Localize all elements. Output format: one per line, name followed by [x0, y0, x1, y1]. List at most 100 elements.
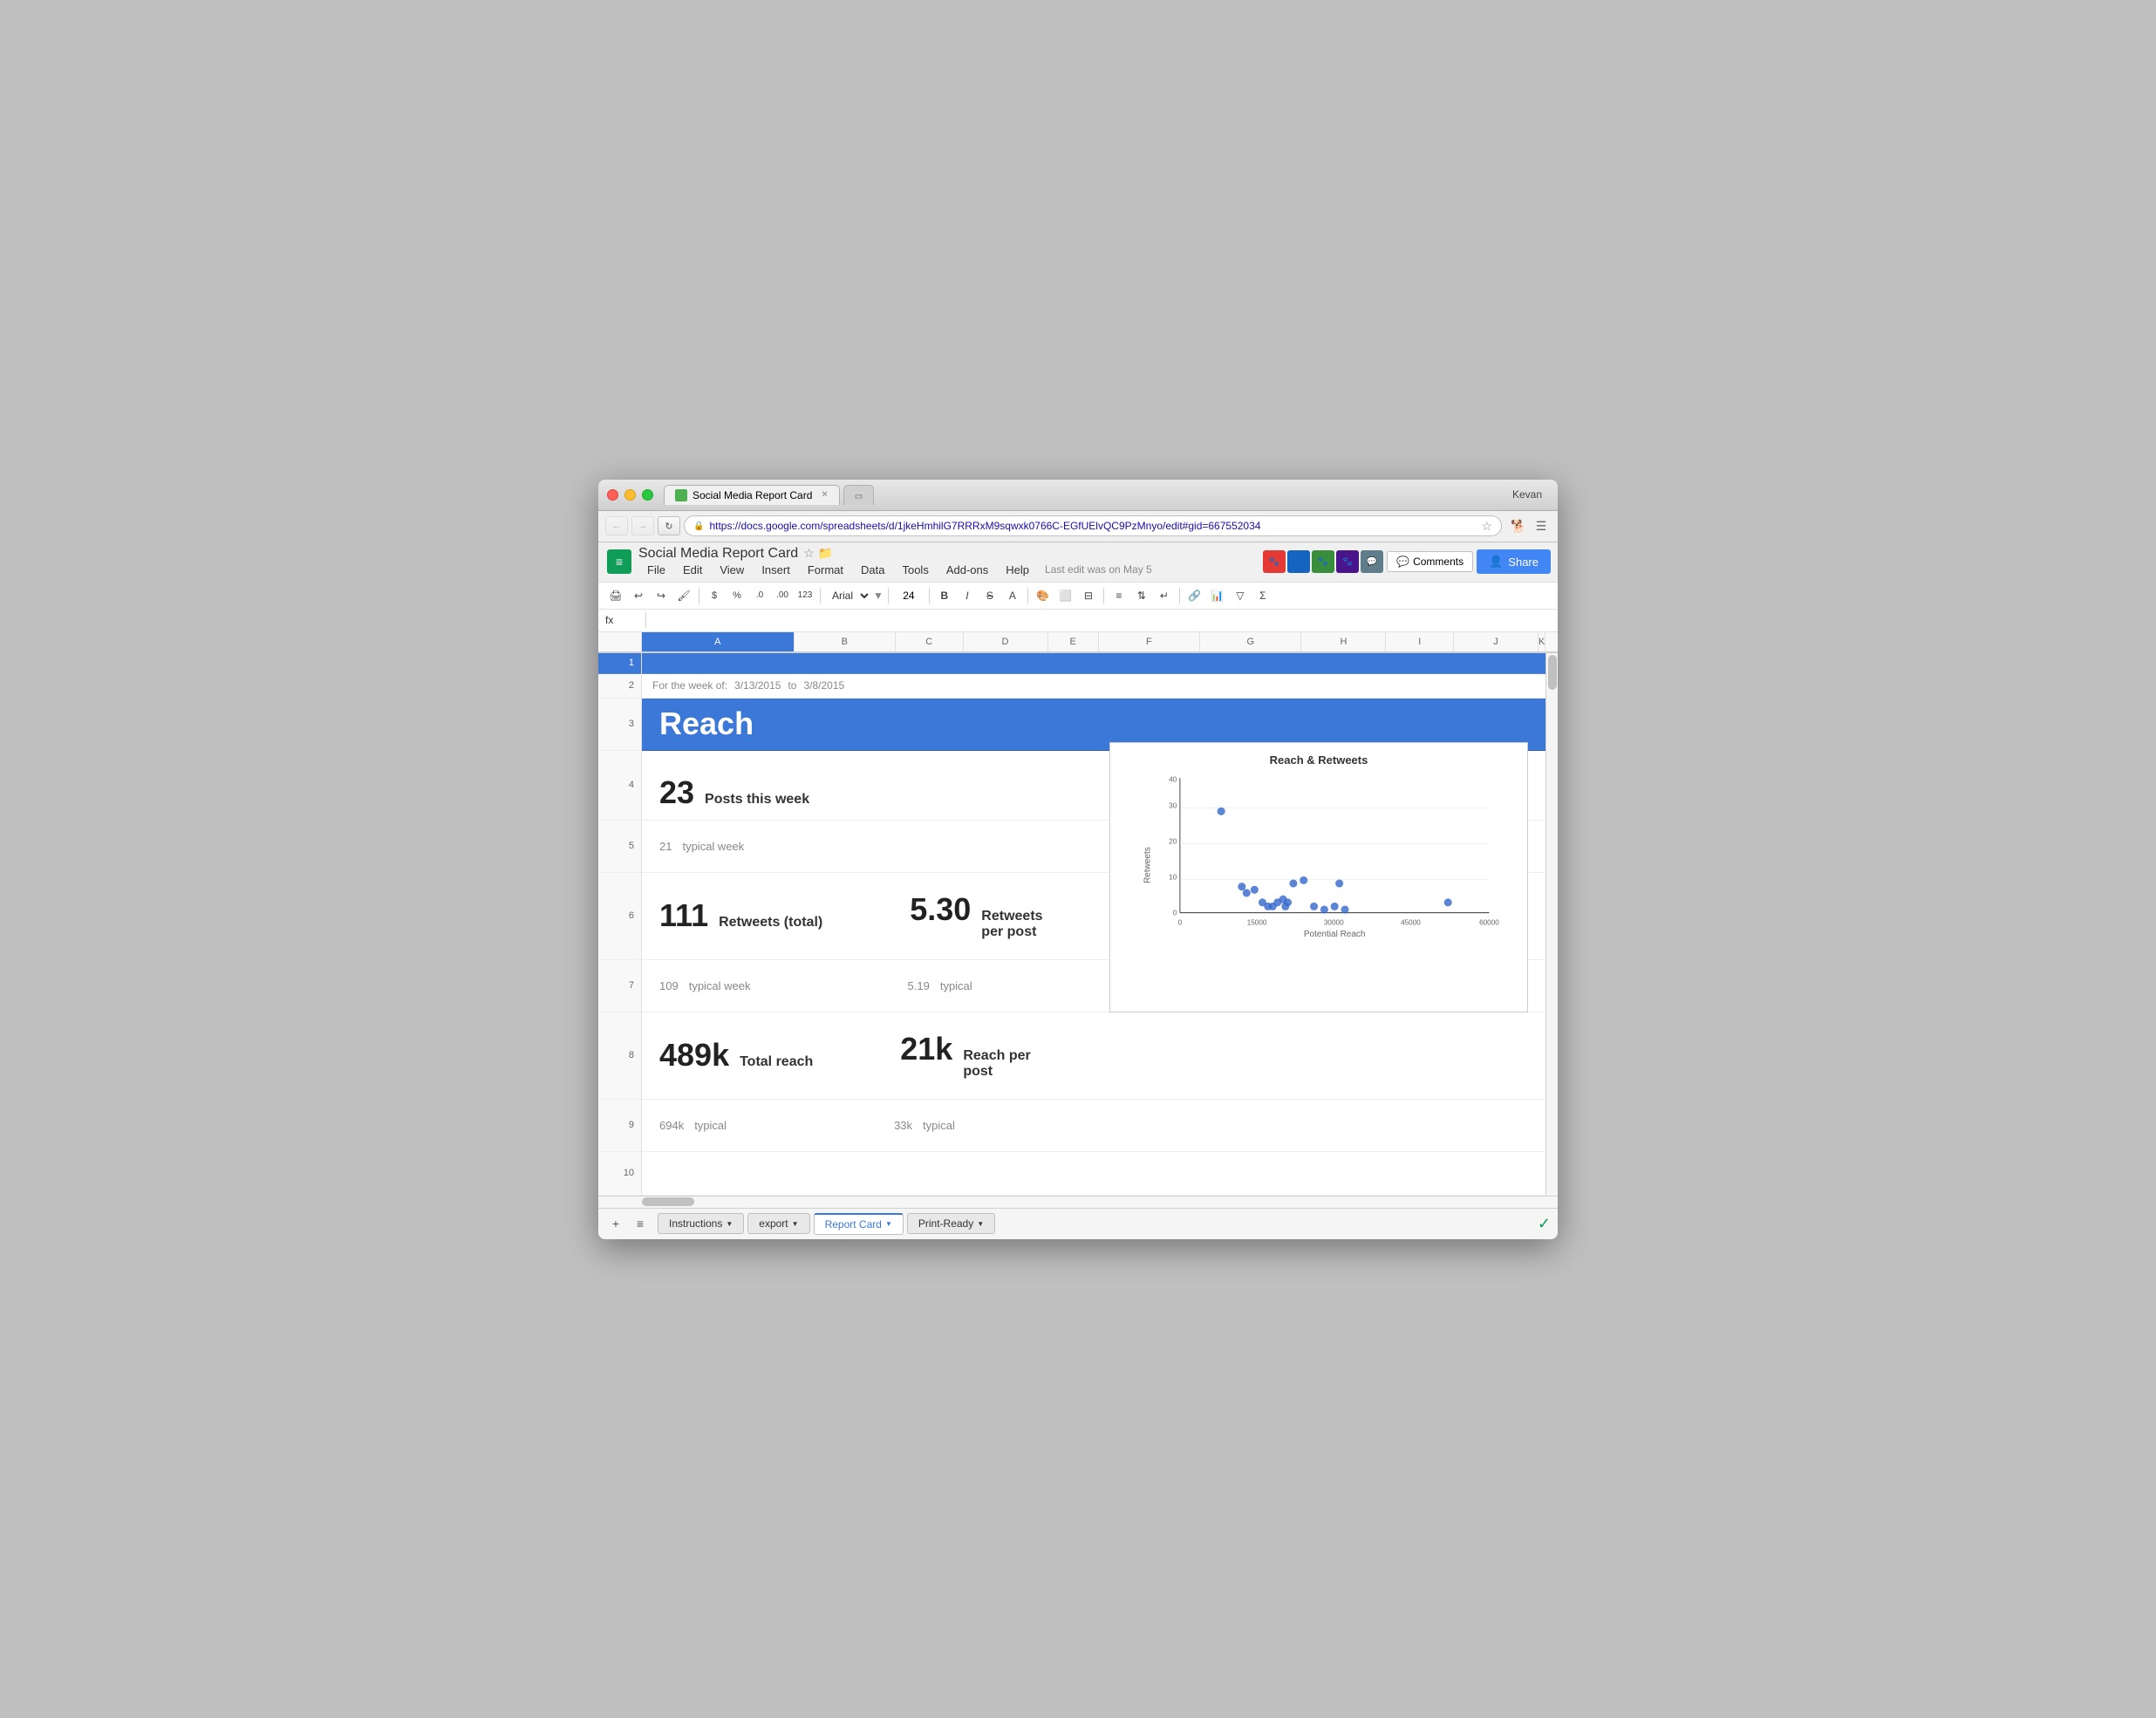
italic-button[interactable]: I	[957, 585, 978, 606]
menu-insert[interactable]: Insert	[753, 562, 799, 578]
formula-bar: fx	[598, 610, 1558, 632]
sheet-title[interactable]: Social Media Report Card	[638, 546, 798, 562]
stat-posts-value: 23	[659, 774, 694, 811]
comments-button[interactable]: 💬 Comments	[1387, 551, 1473, 572]
fill-color-button[interactable]: 🎨	[1033, 585, 1054, 606]
tab-export[interactable]: export ▼	[747, 1213, 809, 1234]
col-header-c[interactable]: C	[896, 632, 964, 651]
stat-reach-per-post-value: 21k	[900, 1031, 952, 1067]
row-num-9[interactable]: 9	[598, 1100, 641, 1152]
row-num-10[interactable]: 10	[598, 1152, 641, 1196]
col-header-g[interactable]: G	[1200, 632, 1301, 651]
menu-tools[interactable]: Tools	[893, 562, 937, 578]
toolbar-separator-3	[888, 588, 889, 603]
row-num-4[interactable]: 4	[598, 751, 641, 821]
row-num-8[interactable]: 8	[598, 1012, 641, 1100]
link-button[interactable]: 🔗	[1184, 585, 1205, 606]
menu-format[interactable]: Format	[799, 562, 852, 578]
merge-button[interactable]: ⊟	[1078, 585, 1099, 606]
col-header-e[interactable]: E	[1048, 632, 1099, 651]
undo-button[interactable]: ↩	[628, 585, 649, 606]
filter-button[interactable]: ▽	[1230, 585, 1251, 606]
col-header-a[interactable]: A	[642, 632, 795, 651]
tab-title: Social Media Report Card	[693, 489, 812, 501]
col-header-f[interactable]: F	[1099, 632, 1200, 651]
menu-edit[interactable]: Edit	[674, 562, 711, 578]
folder-icon[interactable]: 📁	[818, 546, 833, 561]
add-sheet-button[interactable]: +	[605, 1213, 626, 1234]
minimize-button[interactable]	[624, 489, 636, 501]
borders-button[interactable]: ⬜	[1055, 585, 1076, 606]
col-header-d[interactable]: D	[964, 632, 1048, 651]
cell-name[interactable]: fx	[605, 614, 640, 626]
all-sheets-button[interactable]: ≡	[630, 1213, 651, 1234]
number-format-button[interactable]: 123	[795, 585, 815, 606]
sheet-row-1[interactable]	[642, 653, 1545, 674]
decimal-increase-button[interactable]: .00	[772, 585, 793, 606]
menu-data[interactable]: Data	[852, 562, 893, 578]
vertical-scrollbar[interactable]	[1545, 653, 1558, 1196]
wrap-button[interactable]: ↵	[1154, 585, 1175, 606]
tab-close[interactable]: ✕	[821, 490, 828, 500]
row-num-1[interactable]: 1	[598, 653, 641, 674]
redo-button[interactable]: ↪	[651, 585, 672, 606]
svg-text:0: 0	[1173, 909, 1177, 917]
tool-icon-3[interactable]: 🐾	[1312, 550, 1334, 573]
forward-button[interactable]: →	[631, 516, 654, 535]
scroll-thumb[interactable]	[1548, 655, 1557, 690]
menu-icon[interactable]: ☰	[1532, 516, 1551, 535]
back-button[interactable]: ←	[605, 516, 628, 535]
row-num-5[interactable]: 5	[598, 821, 641, 873]
share-icon: 👤	[1489, 555, 1503, 569]
refresh-button[interactable]: ↻	[658, 516, 680, 535]
row-num-7[interactable]: 7	[598, 960, 641, 1012]
align-left-button[interactable]: ≡	[1109, 585, 1129, 606]
tool-icon-chat[interactable]: 💬	[1361, 550, 1383, 573]
maximize-button[interactable]	[642, 489, 653, 501]
col-header-b[interactable]: B	[795, 632, 896, 651]
col-header-i[interactable]: I	[1386, 632, 1454, 651]
tool-icon-2[interactable]: 🐾	[1287, 550, 1310, 573]
row-num-6[interactable]: 6	[598, 873, 641, 960]
svg-text:Potential Reach: Potential Reach	[1304, 929, 1366, 938]
tab-print-ready[interactable]: Print-Ready ▼	[907, 1213, 995, 1234]
percent-button[interactable]: %	[727, 585, 747, 606]
menu-help[interactable]: Help	[997, 562, 1038, 578]
tool-icon-4[interactable]: 🐾	[1336, 550, 1359, 573]
browser-tab-active[interactable]: Social Media Report Card ✕	[664, 485, 840, 505]
currency-button[interactable]: $	[704, 585, 725, 606]
star-icon[interactable]: ☆	[803, 546, 815, 561]
url-bar[interactable]: 🔒 https://docs.google.com/spreadsheets/d…	[684, 515, 1502, 536]
bookmark-icon[interactable]: ☆	[1481, 519, 1492, 534]
print-button[interactable]: 🖨	[605, 585, 626, 606]
col-header-k[interactable]: K	[1539, 632, 1545, 651]
font-size-input[interactable]	[893, 590, 924, 602]
tab-report-card[interactable]: Report Card ▼	[814, 1213, 904, 1235]
spreadsheet-body: A B C D E F G H I J K 1 2 3 4 5 6 7 8	[598, 632, 1558, 1208]
menu-file[interactable]: File	[638, 562, 674, 578]
extensions-icon[interactable]: 🐕	[1509, 516, 1528, 535]
col-header-j[interactable]: J	[1454, 632, 1539, 651]
functions-button[interactable]: Σ	[1252, 585, 1273, 606]
strikethrough-button[interactable]: S	[979, 585, 1000, 606]
h-scroll-thumb[interactable]	[642, 1197, 694, 1206]
bold-button[interactable]: B	[934, 585, 955, 606]
close-button[interactable]	[607, 489, 618, 501]
share-button[interactable]: 👤 Share	[1477, 549, 1551, 574]
menu-view[interactable]: View	[711, 562, 753, 578]
text-color-button[interactable]: A	[1002, 585, 1023, 606]
row-num-3[interactable]: 3	[598, 699, 641, 751]
tab-instructions[interactable]: Instructions ▼	[658, 1213, 744, 1234]
vertical-align-button[interactable]: ⇅	[1131, 585, 1152, 606]
col-header-h[interactable]: H	[1301, 632, 1386, 651]
menu-addons[interactable]: Add-ons	[938, 562, 997, 578]
tool-icon-1[interactable]: 🐾	[1263, 550, 1286, 573]
paint-format-button[interactable]: 🖌	[673, 585, 694, 606]
row-num-2[interactable]: 2	[598, 674, 641, 699]
chart-button[interactable]: 📊	[1207, 585, 1228, 606]
stat-rt-typical-label: typical week	[689, 979, 751, 992]
browser-tab-inactive[interactable]: ▭	[843, 485, 874, 505]
sheet-row-8: 489k Total reach 21k Reach perpost	[642, 1012, 1545, 1100]
decimal-decrease-button[interactable]: .0	[749, 585, 770, 606]
font-family-select[interactable]: Arial	[825, 587, 871, 604]
